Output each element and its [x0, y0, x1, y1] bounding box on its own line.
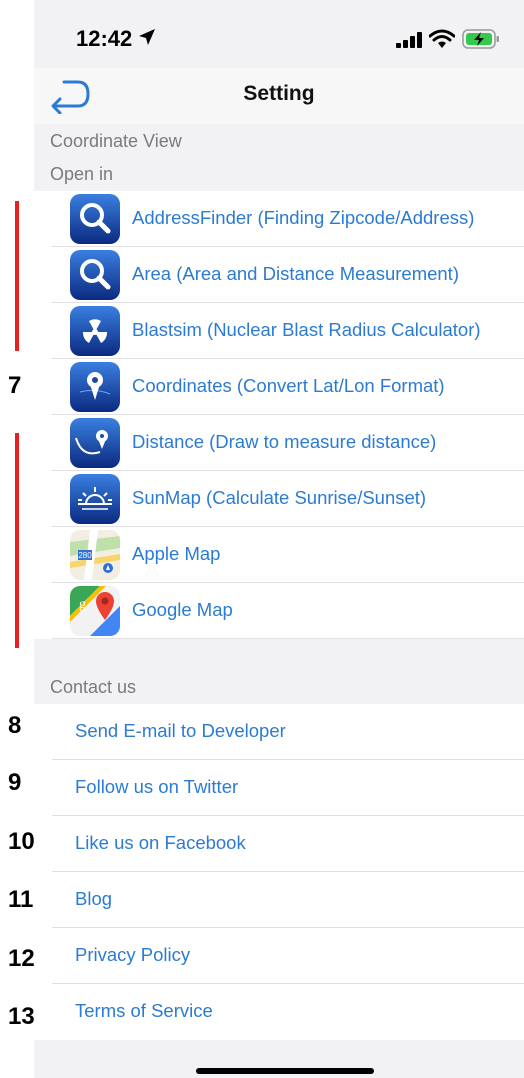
section-gap	[34, 639, 524, 672]
app-label: Blastsim (Nuclear Blast Radius Calculato…	[132, 319, 481, 340]
app-label: Google Map	[132, 599, 233, 620]
section-title: Open in	[50, 164, 114, 184]
annotation-number-7: 7	[8, 372, 22, 399]
annotation-number-8: 8	[8, 712, 22, 739]
location-arrow-icon	[139, 29, 155, 45]
app-row-distance[interactable]: Distance (Draw to measure distance)	[34, 415, 524, 471]
annotation-number-10: 10	[8, 828, 35, 855]
annotation-bar-top	[15, 201, 19, 351]
app-label: AddressFinder (Finding Zipcode/Address)	[132, 207, 475, 228]
contact-row-email[interactable]: Send E-mail to Developer	[34, 704, 524, 760]
facebook-link[interactable]: Like us on Facebook	[75, 832, 246, 854]
route-pin-icon	[70, 418, 120, 468]
page-title: Setting	[243, 82, 315, 105]
phone-screen: 12:42 Setting Coordinate View Open in Ad…	[34, 0, 524, 1078]
annotation-number-13: 13	[8, 1003, 35, 1030]
app-label: Coordinates (Convert Lat/Lon Format)	[132, 375, 445, 396]
map-pin-icon	[70, 362, 120, 412]
annotation-number-9: 9	[8, 769, 22, 796]
annotation-number-11: 11	[8, 886, 34, 913]
magnifier-icon	[70, 194, 120, 244]
annotation-number-12: 12	[8, 945, 35, 972]
wifi-icon	[429, 29, 455, 48]
status-time: 12:42	[76, 26, 133, 51]
section-header-coordinate-view: Coordinate View	[34, 124, 524, 158]
terms-of-service-link[interactable]: Terms of Service	[75, 1000, 213, 1022]
app-label: Distance (Draw to measure distance)	[132, 431, 437, 452]
contact-row-privacy[interactable]: Privacy Policy	[34, 928, 524, 984]
twitter-link[interactable]: Follow us on Twitter	[75, 776, 238, 798]
section-header-open-in: Open in	[34, 157, 524, 191]
annotation-bar-bottom	[15, 433, 19, 648]
google-maps-icon: g	[70, 586, 120, 636]
apple-maps-icon: 280	[70, 530, 120, 580]
svg-text:280: 280	[78, 551, 92, 560]
app-label: Apple Map	[132, 543, 221, 564]
blog-link[interactable]: Blog	[75, 888, 112, 910]
status-bar: 12:42	[34, 0, 524, 72]
app-row-sunmap[interactable]: SunMap (Calculate Sunrise/Sunset)	[34, 471, 524, 527]
app-row-area[interactable]: Area (Area and Distance Measurement)	[34, 247, 524, 303]
cellular-signal-icon	[396, 32, 422, 48]
send-email-link[interactable]: Send E-mail to Developer	[75, 720, 286, 742]
battery-charging-icon	[462, 29, 499, 49]
home-indicator[interactable]	[196, 1068, 374, 1074]
privacy-policy-link[interactable]: Privacy Policy	[75, 944, 190, 966]
contact-row-twitter[interactable]: Follow us on Twitter	[34, 760, 524, 816]
radiation-icon	[70, 306, 120, 356]
app-row-google-map[interactable]: g Google Map	[34, 583, 524, 639]
app-row-apple-map[interactable]: 280 Apple Map	[34, 527, 524, 583]
app-row-addressfinder[interactable]: AddressFinder (Finding Zipcode/Address)	[34, 191, 524, 247]
app-row-coordinates[interactable]: Coordinates (Convert Lat/Lon Format)	[34, 359, 524, 415]
magnifier-icon	[70, 250, 120, 300]
home-indicator-area	[34, 1040, 524, 1078]
app-label: SunMap (Calculate Sunrise/Sunset)	[132, 487, 427, 508]
navigation-bar: Setting	[34, 68, 524, 124]
section-title: Contact us	[50, 677, 137, 697]
contact-row-terms[interactable]: Terms of Service	[34, 984, 524, 1040]
svg-text:g: g	[79, 597, 86, 612]
app-label: Area (Area and Distance Measurement)	[132, 263, 459, 284]
section-header-contact-us: Contact us	[34, 670, 524, 704]
sunrise-icon	[70, 474, 120, 524]
app-row-blastsim[interactable]: Blastsim (Nuclear Blast Radius Calculato…	[34, 303, 524, 359]
contact-row-facebook[interactable]: Like us on Facebook	[34, 816, 524, 872]
section-title: Coordinate View	[50, 131, 182, 151]
contact-row-blog[interactable]: Blog	[34, 872, 524, 928]
